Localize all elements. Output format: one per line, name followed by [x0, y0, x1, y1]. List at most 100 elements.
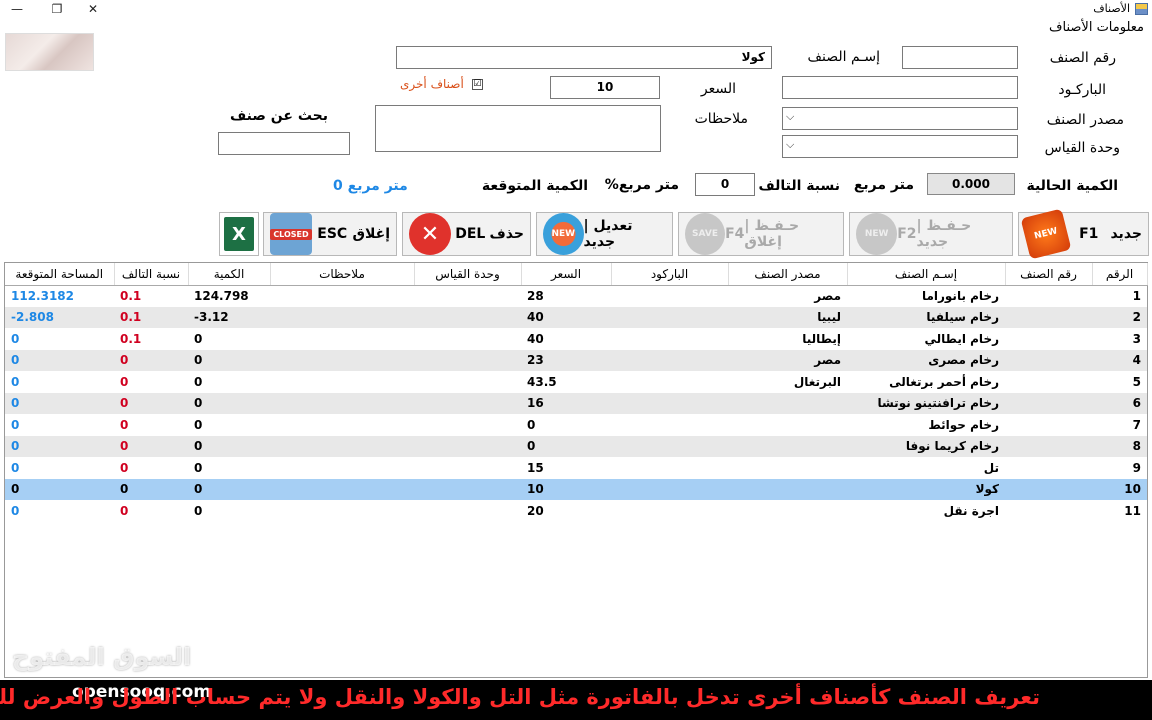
cell-notes[interactable]	[270, 328, 414, 350]
cell-notes[interactable]	[270, 435, 414, 457]
cell-source[interactable]	[728, 500, 847, 522]
cell-name[interactable]: اجرة نقل	[847, 500, 1005, 522]
cell-waste[interactable]: 0	[114, 349, 188, 371]
cell-qty[interactable]: 0	[188, 457, 270, 479]
waste-input[interactable]: 0	[695, 173, 755, 196]
cell-name[interactable]: تل	[847, 457, 1005, 479]
cell-name[interactable]: رخام ايطالي	[847, 328, 1005, 350]
barcode-input[interactable]	[782, 76, 1018, 99]
col-header-notes[interactable]: ملاحظات	[270, 263, 415, 286]
cell-unit[interactable]	[414, 500, 521, 522]
cell-no[interactable]: 10	[1092, 478, 1147, 500]
cell-area[interactable]: 0	[5, 371, 114, 393]
col-header-qty[interactable]: الكمية	[188, 263, 271, 286]
cell-waste[interactable]: 0	[114, 457, 188, 479]
cell-unit[interactable]	[414, 328, 521, 350]
cell-item-no[interactable]	[1005, 392, 1092, 414]
save-close-button[interactable]: SAVE F4 حـفـظ | إغلاق	[678, 212, 844, 256]
cell-unit[interactable]	[414, 414, 521, 436]
export-excel-button[interactable]: X	[219, 212, 259, 256]
col-header-waste[interactable]: نسبة التالف	[114, 263, 189, 286]
cell-unit[interactable]	[414, 457, 521, 479]
cell-source[interactable]: ليبيا	[728, 306, 847, 328]
cell-item-no[interactable]	[1005, 500, 1092, 522]
cell-item-no[interactable]	[1005, 435, 1092, 457]
cell-area[interactable]: 2.808-	[5, 306, 114, 328]
cell-unit[interactable]	[414, 306, 521, 328]
cell-source[interactable]	[728, 457, 847, 479]
cell-item-no[interactable]	[1005, 478, 1092, 500]
cell-area[interactable]: 0	[5, 478, 114, 500]
table-row[interactable]: 7 رخام حوائط 0 0 0 0	[5, 414, 1147, 436]
cell-unit[interactable]	[414, 349, 521, 371]
cell-notes[interactable]	[270, 457, 414, 479]
new-button[interactable]: NEW F1 جديد	[1018, 208, 1149, 260]
col-header-price[interactable]: السعر	[521, 263, 612, 286]
cell-waste[interactable]: 0	[114, 414, 188, 436]
item-photo[interactable]	[5, 33, 94, 71]
cell-waste[interactable]: 0	[114, 478, 188, 500]
price-input[interactable]: 10	[550, 76, 660, 99]
cell-name[interactable]: رخام بانوراما	[847, 285, 1005, 307]
cell-notes[interactable]	[270, 500, 414, 522]
item-name-input[interactable]: كولا	[396, 46, 772, 69]
table-row[interactable]: 9 تل 15 0 0 0	[5, 457, 1147, 479]
col-header-item-no[interactable]: رقم الصنف	[1005, 263, 1093, 286]
cell-item-no[interactable]	[1005, 349, 1092, 371]
cell-item-no[interactable]	[1005, 306, 1092, 328]
col-header-unit[interactable]: وحدة القياس	[414, 263, 522, 286]
cell-price[interactable]: 20	[521, 500, 611, 522]
table-row[interactable]: 10 كولا 10 0 0 0	[5, 478, 1147, 500]
cell-no[interactable]: 6	[1092, 392, 1147, 414]
col-header-name[interactable]: إسـم الصنف	[847, 263, 1006, 286]
item-no-input[interactable]	[902, 46, 1018, 69]
save-new-button[interactable]: NEW F2 حـفـظ | جديد	[849, 212, 1013, 256]
cell-waste[interactable]: 0	[114, 371, 188, 393]
col-header-barcode[interactable]: الباركود	[611, 263, 729, 286]
cell-name[interactable]: رخام أحمر برتغالى	[847, 371, 1005, 393]
table-row[interactable]: 8 رخام كريما نوفا 0 0 0 0	[5, 435, 1147, 457]
cell-barcode[interactable]	[611, 328, 728, 350]
table-row[interactable]: 5 رخام أحمر برتغالى البرتغال 43.5 0 0 0	[5, 371, 1147, 393]
cell-qty[interactable]: 0	[188, 478, 270, 500]
table-row[interactable]: 11 اجرة نقل 20 0 0 0	[5, 500, 1147, 522]
cell-qty[interactable]: 124.798	[188, 285, 270, 307]
cell-price[interactable]: 40	[521, 306, 611, 328]
cell-no[interactable]: 5	[1092, 371, 1147, 393]
cell-notes[interactable]	[270, 392, 414, 414]
cell-source[interactable]: إيطاليا	[728, 328, 847, 350]
cell-item-no[interactable]	[1005, 457, 1092, 479]
cell-name[interactable]: رخام سيلفيا	[847, 306, 1005, 328]
cell-qty[interactable]: 0	[188, 414, 270, 436]
cell-name[interactable]: رخام مصرى	[847, 349, 1005, 371]
close-button[interactable]: CLOSED ESC إغلاق	[263, 212, 397, 256]
cell-notes[interactable]	[270, 371, 414, 393]
cell-no[interactable]: 11	[1092, 500, 1147, 522]
cell-qty[interactable]: 0	[188, 328, 270, 350]
cell-area[interactable]: 0	[5, 328, 114, 350]
cell-unit[interactable]	[414, 392, 521, 414]
cell-name[interactable]: كولا	[847, 478, 1005, 500]
cell-price[interactable]: 43.5	[521, 371, 611, 393]
cell-unit[interactable]	[414, 371, 521, 393]
cell-qty[interactable]: 0	[188, 500, 270, 522]
cell-barcode[interactable]	[611, 371, 728, 393]
other-items-checkbox[interactable]: ☑	[471, 78, 483, 90]
cell-no[interactable]: 8	[1092, 435, 1147, 457]
col-header-area[interactable]: المساحة المتوقعة	[5, 263, 115, 286]
cell-barcode[interactable]	[611, 414, 728, 436]
cell-unit[interactable]	[414, 435, 521, 457]
unit-select[interactable]: ⌵	[782, 135, 1018, 158]
cell-area[interactable]: 0	[5, 435, 114, 457]
cell-price[interactable]: 23	[521, 349, 611, 371]
table-row[interactable]: 4 رخام مصرى مصر 23 0 0 0	[5, 349, 1147, 371]
minimize-button[interactable]: —	[0, 0, 34, 18]
cell-waste[interactable]: 0	[114, 392, 188, 414]
cell-no[interactable]: 9	[1092, 457, 1147, 479]
cell-source[interactable]	[728, 435, 847, 457]
cell-no[interactable]: 2	[1092, 306, 1147, 328]
cell-price[interactable]: 40	[521, 328, 611, 350]
cell-notes[interactable]	[270, 478, 414, 500]
cell-item-no[interactable]	[1005, 328, 1092, 350]
cell-no[interactable]: 7	[1092, 414, 1147, 436]
